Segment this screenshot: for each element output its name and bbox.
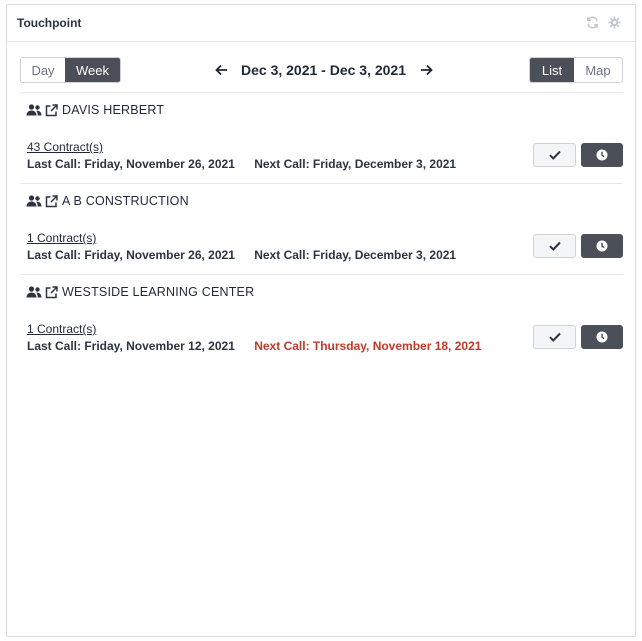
list-item: A B CONSTRUCTION 1 Contract(s) Last Call… <box>20 183 623 274</box>
toolbar: Day Week Dec 3, 2021 - Dec 3, 2021 List … <box>7 57 635 85</box>
complete-button[interactable] <box>533 143 576 167</box>
customer-name[interactable]: DAVIS HERBERT <box>62 103 164 117</box>
date-navigator: Dec 3, 2021 - Dec 3, 2021 <box>213 57 434 83</box>
date-range-label: Dec 3, 2021 - Dec 3, 2021 <box>241 62 407 78</box>
users-icon <box>26 195 42 207</box>
last-call: Last Call: Friday, November 26, 2021 <box>27 248 235 262</box>
external-link-icon[interactable] <box>45 103 58 117</box>
item-header: A B CONSTRUCTION <box>26 194 189 208</box>
check-icon <box>548 241 561 251</box>
next-call: Next Call: Friday, December 3, 2021 <box>254 157 457 171</box>
range-toggle: Day Week <box>20 57 121 83</box>
users-icon <box>26 286 42 298</box>
panel-title: Touchpoint <box>17 16 82 30</box>
refresh-icon[interactable] <box>585 15 599 29</box>
list-item: WESTSIDE LEARNING CENTER 1 Contract(s) L… <box>20 274 623 365</box>
schedule-button[interactable] <box>581 143 623 167</box>
touchpoint-list: DAVIS HERBERT 43 Contract(s) Last Call: … <box>20 92 623 365</box>
map-view-button[interactable]: Map <box>574 58 622 82</box>
last-call: Last Call: Friday, November 26, 2021 <box>27 157 235 171</box>
complete-button[interactable] <box>533 234 576 258</box>
clock-icon <box>596 240 608 252</box>
last-call: Last Call: Friday, November 12, 2021 <box>27 339 235 353</box>
call-dates: Last Call: Friday, November 26, 2021 Nex… <box>27 248 456 262</box>
clock-icon <box>596 331 608 343</box>
call-dates: Last Call: Friday, November 26, 2021 Nex… <box>27 157 456 171</box>
customer-name[interactable]: A B CONSTRUCTION <box>62 194 189 208</box>
contracts-link[interactable]: 1 Contract(s) <box>27 322 96 336</box>
week-button[interactable]: Week <box>65 58 120 82</box>
next-call: Next Call: Friday, December 3, 2021 <box>254 248 457 262</box>
call-dates: Last Call: Friday, November 12, 2021 Nex… <box>27 339 481 353</box>
complete-button[interactable] <box>533 325 576 349</box>
next-call: Next Call: Thursday, November 18, 2021 <box>254 339 482 353</box>
contracts-link[interactable]: 1 Contract(s) <box>27 231 96 245</box>
schedule-button[interactable] <box>581 234 623 258</box>
schedule-button[interactable] <box>581 325 623 349</box>
contracts-link[interactable]: 43 Contract(s) <box>27 140 103 154</box>
list-item: DAVIS HERBERT 43 Contract(s) Last Call: … <box>20 92 623 183</box>
customer-name[interactable]: WESTSIDE LEARNING CENTER <box>62 285 254 299</box>
view-toggle: List Map <box>529 57 623 83</box>
arrow-right-icon[interactable] <box>418 62 434 78</box>
day-button[interactable]: Day <box>21 58 65 82</box>
panel-header: Touchpoint <box>7 5 635 42</box>
users-icon <box>26 104 42 116</box>
external-link-icon[interactable] <box>45 194 58 208</box>
touchpoint-panel: Touchpoint Day Week Dec 3, 2021 - Dec 3,… <box>6 4 636 637</box>
item-header: DAVIS HERBERT <box>26 103 164 117</box>
arrow-left-icon[interactable] <box>213 62 229 78</box>
gear-icon[interactable] <box>607 15 621 29</box>
check-icon <box>548 150 561 160</box>
clock-icon <box>596 149 608 161</box>
item-header: WESTSIDE LEARNING CENTER <box>26 285 254 299</box>
external-link-icon[interactable] <box>45 285 58 299</box>
check-icon <box>548 332 561 342</box>
list-view-button[interactable]: List <box>530 58 574 82</box>
